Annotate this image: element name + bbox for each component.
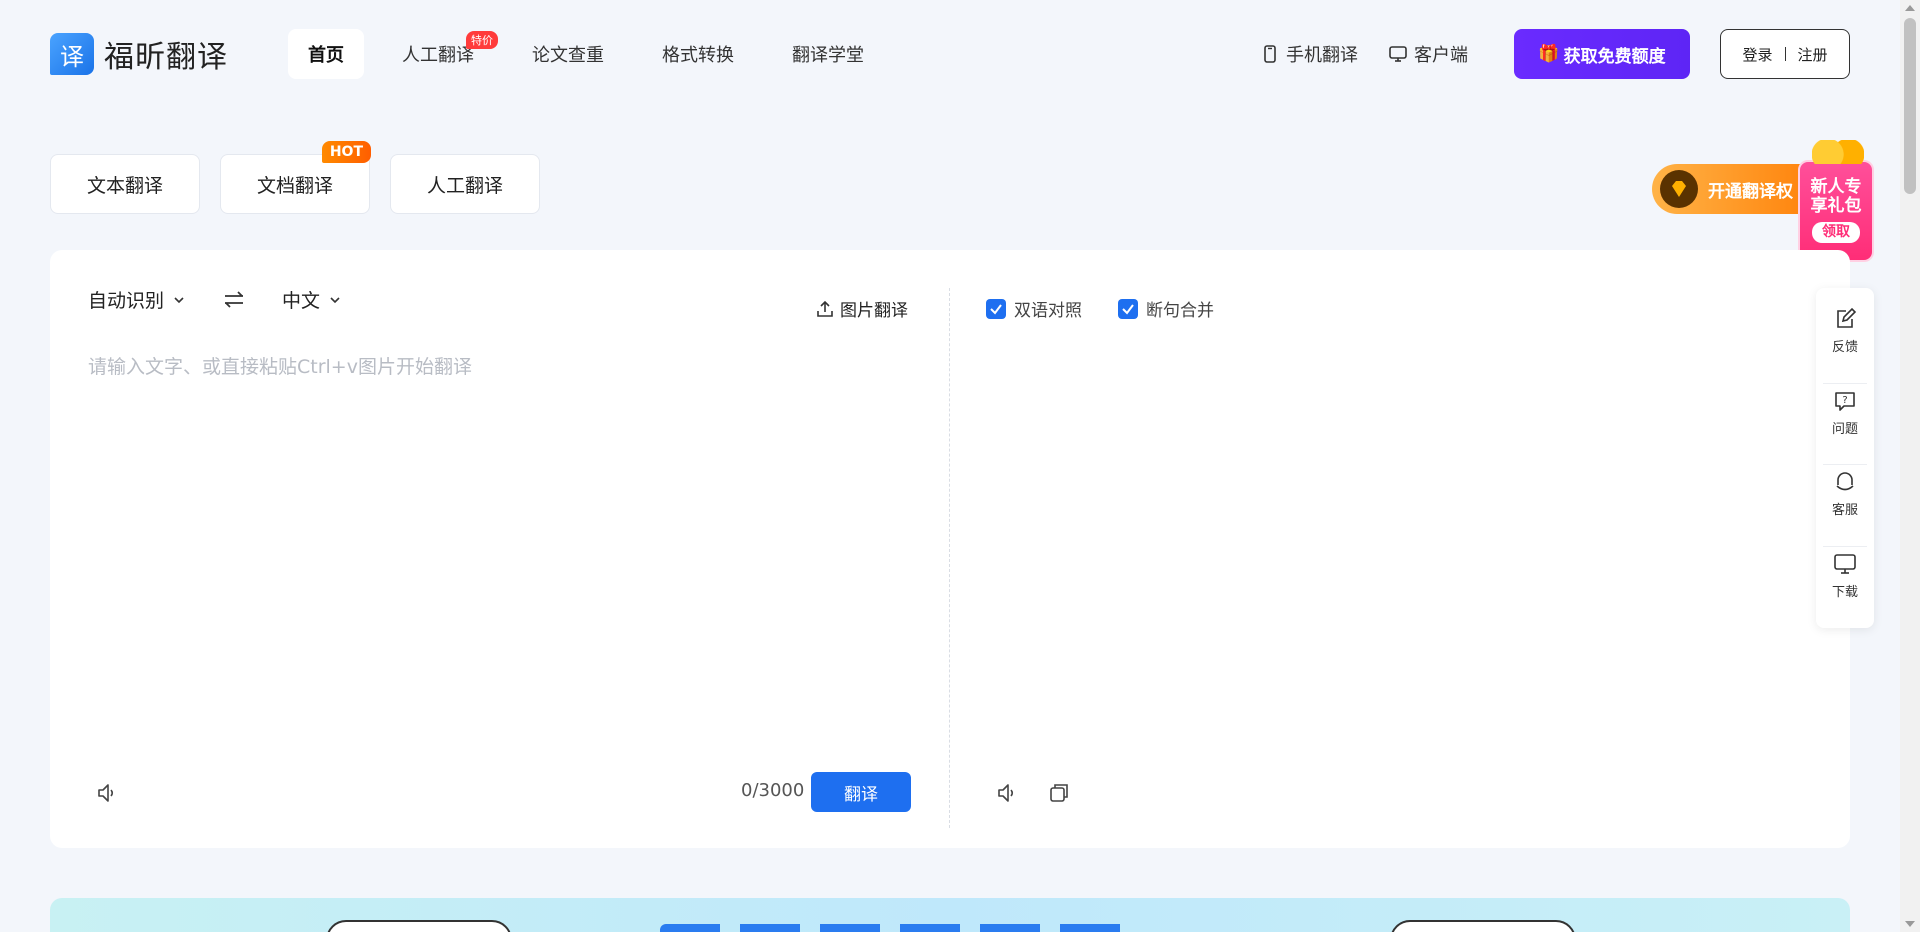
checkbox-checked-icon: [1118, 298, 1138, 319]
diamond-icon: [1660, 170, 1698, 208]
side-toolbar: 反馈 ? 问题 客服 下载: [1816, 288, 1874, 628]
newcomer-gift-pack[interactable]: 新人专 享礼包 领取: [1798, 140, 1874, 262]
panel-divider: [949, 288, 950, 828]
free-quota-label: 获取免费额度: [1563, 46, 1666, 67]
banner-title-graphic: [660, 924, 1130, 932]
register-link[interactable]: 注册: [1798, 44, 1828, 65]
tab-text-translation[interactable]: 文本翻译: [50, 154, 200, 214]
nav-item-human-translation[interactable]: 人工翻译 特价: [382, 29, 498, 79]
mobile-translate-link[interactable]: 手机翻译: [1260, 41, 1358, 67]
free-quota-button[interactable]: 🎁 获取免费额度: [1514, 29, 1690, 79]
edit-icon: [1837, 307, 1857, 328]
mobile-translate-label: 手机翻译: [1286, 45, 1358, 66]
tab-human-translation[interactable]: 人工翻译: [390, 154, 540, 214]
monitor-icon: [1389, 46, 1407, 62]
character-counter: 0/3000: [741, 780, 805, 801]
nav-item-format-convert[interactable]: 格式转换: [642, 29, 754, 79]
promo-label: 开通翻译权: [1708, 181, 1793, 202]
speaker-icon[interactable]: [94, 780, 120, 806]
promo-banner[interactable]: [50, 898, 1850, 932]
nav-item-label: 翻译学堂: [792, 45, 864, 66]
svg-text:?: ?: [1842, 395, 1847, 406]
translate-button[interactable]: 翻译: [811, 772, 911, 812]
side-item-label: 问题: [1831, 421, 1858, 437]
image-translate-label: 图片翻译: [840, 301, 908, 321]
nav-item-plagiarism-check[interactable]: 论文查重: [512, 29, 624, 79]
sentence-merge-checkbox[interactable]: 断句合并: [1118, 296, 1214, 321]
copy-icon[interactable]: [1046, 780, 1072, 806]
hot-badge: HOT: [321, 141, 371, 163]
login-register-button[interactable]: 登录 注册: [1720, 29, 1850, 79]
download-button[interactable]: 下载: [1823, 547, 1867, 628]
tab-label: 人工翻译: [426, 174, 503, 197]
phone-icon: [1264, 45, 1276, 63]
banner-pill-left: [326, 920, 512, 932]
gift-bow-icon: [1812, 140, 1864, 164]
client-label: 客户端: [1414, 45, 1468, 66]
swap-languages-icon[interactable]: [222, 288, 246, 312]
separator: [1784, 47, 1786, 61]
nav-item-home[interactable]: 首页: [288, 29, 364, 79]
login-link[interactable]: 登录: [1742, 44, 1772, 65]
tab-label: 文档翻译: [256, 174, 333, 197]
banner-pill-right: [1390, 920, 1576, 932]
monitor-icon: [1834, 553, 1856, 574]
gift-claim-button[interactable]: 领取: [1812, 222, 1860, 243]
chevron-down-icon: [174, 296, 184, 303]
target-language-value: 中文: [282, 290, 321, 312]
nav-item-label: 首页: [308, 45, 344, 66]
language-selector-row: 自动识别 中文: [88, 286, 342, 313]
option-label: 双语对照: [1014, 301, 1082, 321]
tab-document-translation[interactable]: 文档翻译 HOT: [220, 141, 371, 214]
scroll-down-icon[interactable]: [1905, 921, 1915, 927]
gift-line-2: 享礼包: [1810, 196, 1862, 216]
side-item-label: 下载: [1831, 584, 1858, 600]
client-link[interactable]: 客户端: [1388, 41, 1468, 67]
chevron-down-icon: [330, 296, 340, 303]
translator-panel: 自动识别 中文 图片翻译 请输入文字、或直接粘贴Ctrl+v图片开始翻译 0/3…: [50, 250, 1850, 848]
upload-icon: [817, 300, 833, 317]
brand-name: 福昕翻译: [104, 40, 228, 75]
source-text-input[interactable]: 请输入文字、或直接粘贴Ctrl+v图片开始翻译: [88, 352, 472, 379]
headset-icon: [1836, 472, 1854, 491]
brand-logo[interactable]: 译 福昕翻译: [50, 32, 280, 76]
header-actions: 手机翻译 客户端 🎁 获取免费额度 登录 注册: [1260, 29, 1850, 79]
tab-label: 文本翻译: [86, 174, 163, 197]
gift-icon: 🎁: [1538, 44, 1560, 64]
customer-service-button[interactable]: 客服: [1823, 465, 1867, 547]
bilingual-compare-checkbox[interactable]: 双语对照: [986, 296, 1082, 321]
output-options: 双语对照 断句合并: [986, 296, 1214, 321]
feedback-button[interactable]: 反馈: [1823, 302, 1867, 384]
nav-item-label: 人工翻译: [402, 45, 474, 66]
speaker-icon[interactable]: [994, 780, 1020, 806]
scroll-thumb[interactable]: [1904, 18, 1916, 194]
target-language-select[interactable]: 中文: [282, 286, 342, 313]
mode-tabs: 文本翻译 文档翻译 HOT 人工翻译: [50, 141, 540, 214]
nav-item-translation-academy[interactable]: 翻译学堂: [772, 29, 884, 79]
option-label: 断句合并: [1146, 301, 1214, 321]
main-nav: 首页 人工翻译 特价 论文查重 格式转换 翻译学堂: [288, 29, 894, 79]
checkbox-checked-icon: [986, 298, 1006, 319]
side-item-label: 客服: [1831, 503, 1858, 519]
side-item-label: 反馈: [1831, 340, 1858, 355]
page-scrollbar[interactable]: [1900, 0, 1920, 932]
scroll-up-icon[interactable]: [1905, 5, 1915, 11]
nav-item-label: 论文查重: [532, 45, 604, 66]
source-language-select[interactable]: 自动识别: [88, 286, 186, 313]
faq-button[interactable]: ? 问题: [1823, 384, 1867, 466]
sale-badge: 特价: [466, 31, 498, 49]
top-header: 译 福昕翻译 首页 人工翻译 特价 论文查重 格式转换 翻译学堂 手机翻译 客户…: [0, 0, 1900, 108]
nav-item-label: 格式转换: [662, 45, 734, 66]
gift-line-1: 新人专: [1810, 177, 1862, 197]
image-translate-button[interactable]: 图片翻译: [816, 296, 908, 321]
source-language-value: 自动识别: [88, 290, 165, 312]
question-icon: ?: [1835, 391, 1855, 411]
logo-icon: 译: [50, 33, 94, 75]
